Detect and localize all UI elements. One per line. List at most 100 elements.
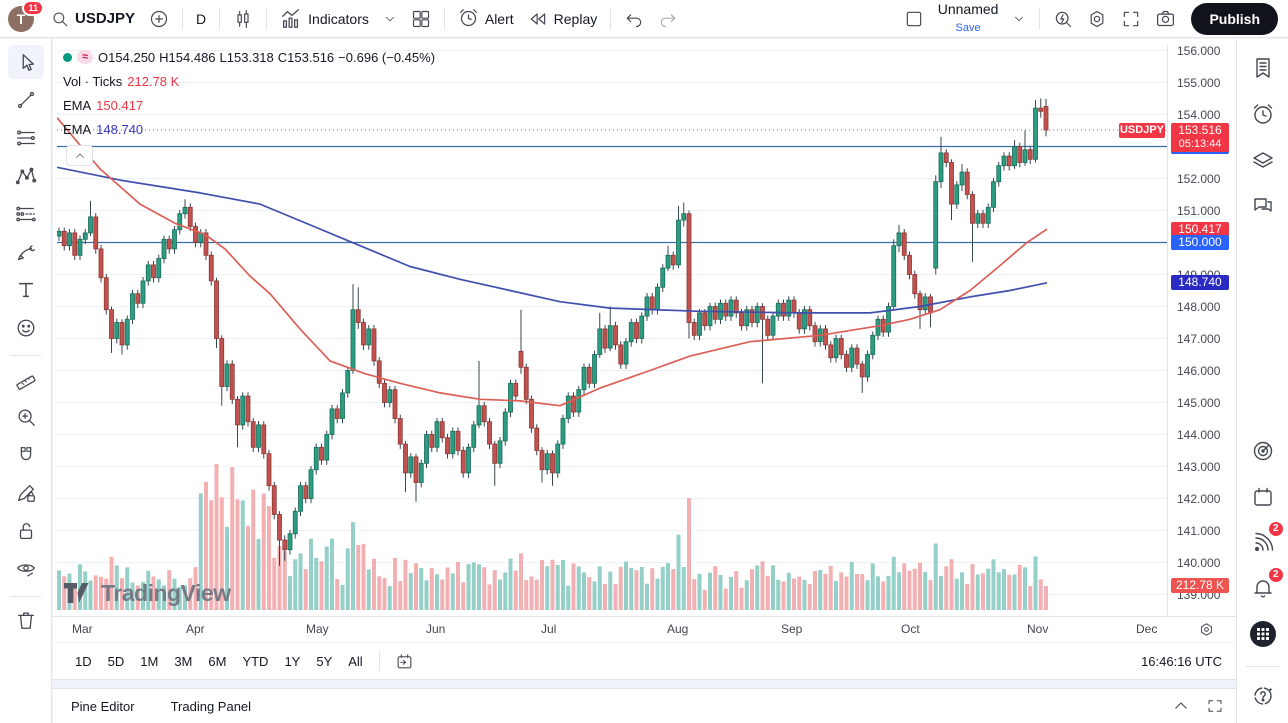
server-clock[interactable]: 16:46:16 UTC (1141, 654, 1222, 669)
xabcd-pattern-tool-button[interactable] (8, 159, 44, 193)
remove-objects-button[interactable] (8, 603, 44, 637)
date-range-toolbar: 1D5D1M3M6MYTD1Y5YAll 16:46:16 UTC (53, 643, 1236, 680)
axis-settings-gear-icon[interactable] (1198, 621, 1215, 638)
collapse-pane-button[interactable] (66, 145, 93, 166)
range-button-1d[interactable]: 1D (67, 650, 100, 673)
save-link[interactable]: Save (956, 23, 981, 35)
range-button-5y[interactable]: 5Y (308, 650, 340, 673)
redo-button[interactable] (651, 5, 685, 33)
streams-button[interactable]: 2 (1245, 525, 1281, 560)
trading-panel-tab[interactable]: Trading Panel (171, 699, 251, 714)
toolbar-divider (11, 355, 41, 356)
legend-ema-slow-row[interactable]: EMA 148.740 (63, 117, 439, 141)
month-label-sep: Sep (781, 622, 802, 636)
search-icon (51, 10, 69, 28)
trend-line-tool-button[interactable] (8, 83, 44, 117)
replay-label: Replay (554, 11, 598, 27)
ema-slow-value: 148.740 (96, 122, 143, 137)
layout-name: Unnamed (938, 2, 999, 17)
zoom-in-tool-button[interactable] (8, 400, 44, 434)
pine-editor-tab[interactable]: Pine Editor (71, 699, 135, 714)
calendar-button[interactable] (1245, 480, 1281, 515)
range-button-6m[interactable]: 6M (200, 650, 234, 673)
price-tick-label: 156.000 (1177, 44, 1220, 58)
range-button-5d[interactable]: 5D (100, 650, 133, 673)
replay-button[interactable]: Replay (521, 5, 605, 33)
indicator-templates-button[interactable] (376, 8, 404, 30)
settings-button[interactable] (1080, 5, 1114, 33)
month-label-mar: Mar (72, 622, 93, 636)
price-tick-label: 148.000 (1177, 300, 1220, 314)
maximize-panel-icon[interactable] (1206, 697, 1224, 715)
watchlist-button[interactable] (1245, 51, 1281, 86)
compare-add-button[interactable] (142, 5, 176, 33)
range-button-3m[interactable]: 3M (166, 650, 200, 673)
horizontal-lines-icon (15, 127, 37, 149)
help-button[interactable] (1245, 677, 1281, 712)
emoji-icon (15, 317, 37, 339)
camera-icon (1155, 8, 1176, 29)
range-button-ytd[interactable]: YTD (234, 650, 276, 673)
price-tick-label: 147.000 (1177, 332, 1220, 346)
chart-legend: ≈ O154.250H154.486L153.318C153.516−0.696… (63, 45, 439, 141)
legend-volume-row[interactable]: Vol · Ticks 212.78 K (63, 69, 439, 93)
horizontal-lines-tool-button[interactable] (8, 121, 44, 155)
brush-tool-button[interactable] (8, 235, 44, 269)
magnet-tool-button[interactable] (8, 438, 44, 472)
fullscreen-button[interactable] (1114, 5, 1148, 33)
range-button-1m[interactable]: 1M (132, 650, 166, 673)
hotlists-button[interactable] (1245, 434, 1281, 469)
quick-search-button[interactable] (1046, 5, 1080, 33)
ohlc-values: O154.250H154.486L153.318C153.516−0.696 (… (98, 50, 439, 65)
brush-icon (15, 241, 37, 263)
help-icon (1251, 683, 1275, 707)
hline-lower-price-badge: 150.000 (1171, 235, 1229, 250)
indicators-label: Indicators (308, 11, 369, 27)
go-to-date-button[interactable] (388, 648, 421, 675)
ema-slow-price-badge: 148.740 (1171, 275, 1229, 290)
replay-rewind-icon (528, 9, 548, 29)
range-button-all[interactable]: All (340, 650, 370, 673)
apps-grid-icon (1248, 619, 1278, 649)
chat-button[interactable] (1245, 188, 1281, 223)
avatar[interactable]: T 11 (8, 6, 34, 32)
object-tree-button[interactable] (1245, 142, 1281, 177)
measure-tool-button[interactable] (8, 362, 44, 396)
emoji-tool-button[interactable] (8, 311, 44, 345)
undo-button[interactable] (617, 5, 651, 33)
range-button-1y[interactable]: 1Y (276, 650, 308, 673)
alerts-clock-icon (1251, 102, 1275, 126)
symbol-search-button[interactable]: USDJPY (44, 6, 142, 32)
publish-button[interactable]: Publish (1191, 3, 1278, 35)
grid-layout-button[interactable] (404, 5, 438, 33)
layout-button[interactable] (897, 5, 931, 33)
price-tick-label: 141.000 (1177, 524, 1220, 538)
apps-menu-button[interactable] (1245, 617, 1281, 652)
save-layout-button[interactable]: Unnamed Save (931, 0, 1006, 39)
alerts-panel-button[interactable] (1245, 97, 1281, 132)
indicators-button[interactable]: Indicators (273, 4, 376, 34)
legend-ema-fast-row[interactable]: EMA 150.417 (63, 93, 439, 117)
create-alert-button[interactable]: Alert (451, 4, 521, 33)
go-to-date-icon (395, 652, 414, 671)
hide-drawings-button[interactable] (8, 552, 44, 586)
ruler-icon (15, 368, 37, 390)
expand-panel-chevron-icon[interactable] (1172, 697, 1190, 715)
cursor-tool-button[interactable] (8, 45, 44, 79)
legend-ohlc-row[interactable]: ≈ O154.250H154.486L153.318C153.516−0.696… (63, 45, 439, 69)
ema-fast-label: EMA (63, 98, 91, 113)
price-axis[interactable]: 156.000155.000154.000153.000152.000151.0… (1167, 45, 1236, 616)
time-axis[interactable]: MarAprMayJunJulAugSepOctNovDec (53, 616, 1236, 642)
market-status-dot (63, 53, 72, 62)
drawing-lock-mode-button[interactable] (8, 476, 44, 510)
text-tool-button[interactable] (8, 273, 44, 307)
calendar-icon (1251, 485, 1275, 509)
chart-style-button[interactable] (226, 5, 260, 33)
hide-drawings-icon (15, 558, 37, 580)
layout-menu-button[interactable] (1005, 8, 1033, 30)
lock-all-drawings-button[interactable] (8, 514, 44, 548)
interval-button[interactable]: D (189, 7, 213, 31)
notifications-button[interactable]: 2 (1245, 571, 1281, 606)
snapshot-button[interactable] (1148, 4, 1183, 33)
fib-retracement-tool-button[interactable] (8, 197, 44, 231)
